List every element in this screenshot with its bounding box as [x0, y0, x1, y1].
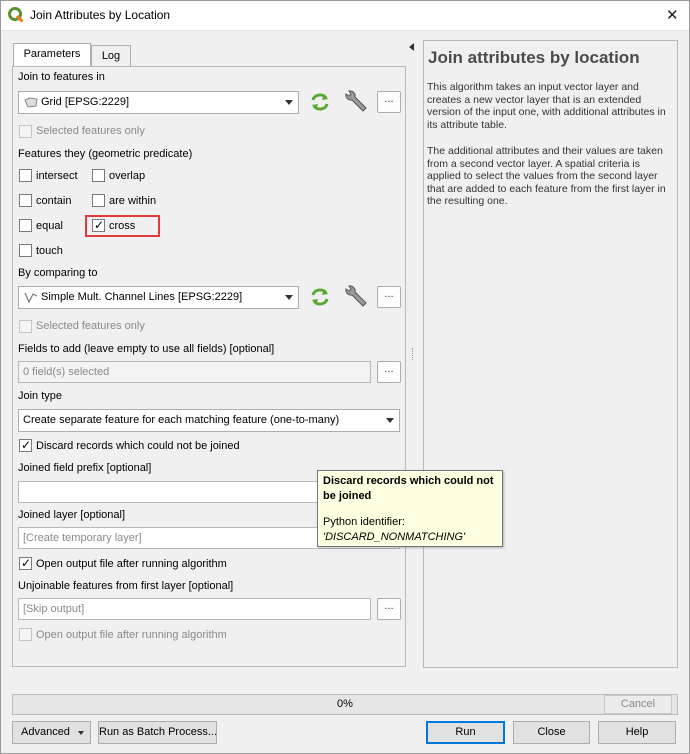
advanced-label: Advanced [21, 726, 70, 738]
join-selected-only-checkbox[interactable] [19, 125, 32, 138]
discard-label: Discard records which could not be joine… [36, 440, 240, 452]
tooltip-title: Discard records which could not be joine… [323, 475, 494, 502]
comparing-value: Simple Mult. Channel Lines [EPSG:2229] [41, 291, 243, 303]
comparing-combo[interactable]: Simple Mult. Channel Lines [EPSG:2229] [18, 286, 299, 309]
join-type-value: Create separate feature for each matchin… [23, 414, 340, 426]
unjoinable-placeholder: [Skip output] [23, 603, 85, 615]
prefix-label: Joined field prefix [optional] [18, 462, 152, 474]
contain-checkbox[interactable] [19, 194, 32, 207]
cross-label: cross [109, 220, 136, 232]
collapse-icon[interactable] [409, 43, 414, 51]
equal-label: equal [36, 220, 63, 232]
title-bar: Join Attributes by Location ✕ [0, 0, 690, 31]
touch-checkbox[interactable] [19, 244, 32, 257]
tab-log[interactable]: Log [91, 45, 131, 67]
polygon-layer-icon [24, 97, 38, 108]
help-title: Join attributes by location [428, 48, 640, 67]
overlap-label: overlap [109, 170, 146, 182]
panel-splitter[interactable] [412, 348, 414, 360]
comparing-selected-only-label: Selected features only [36, 320, 145, 332]
wrench-icon[interactable] [343, 285, 369, 309]
fields-label: Fields to add (leave empty to use all fi… [18, 343, 275, 355]
run-label: Run [455, 726, 476, 738]
intersect-checkbox[interactable] [19, 169, 32, 182]
join-type-label: Join type [18, 390, 63, 402]
wrench-icon[interactable] [343, 90, 369, 114]
open-output2-checkbox[interactable] [19, 628, 32, 641]
open-output-checkbox[interactable]: ✓ [19, 556, 32, 570]
tooltip: Discard records which could not be joine… [317, 470, 503, 547]
join-type-combo[interactable]: Create separate feature for each matchin… [18, 409, 400, 432]
joined-layer-label: Joined layer [optional] [18, 509, 126, 521]
progress-bar: 0% [12, 694, 678, 715]
contain-label: contain [36, 195, 72, 207]
touch-label: touch [36, 245, 63, 257]
join-to-label: Join to features in [18, 71, 105, 83]
equal-checkbox[interactable] [19, 219, 32, 232]
join-to-value: Grid [EPSG:2229] [41, 96, 130, 108]
line-layer-icon [24, 292, 38, 304]
cross-checkbox[interactable]: ✓ [92, 218, 105, 232]
comparing-browse-button[interactable]: ... [377, 286, 401, 308]
close-label: Close [537, 726, 566, 738]
chevron-down-icon [285, 100, 293, 105]
refresh-icon[interactable] [309, 287, 331, 307]
fields-input[interactable]: 0 field(s) selected [18, 361, 371, 383]
advanced-button[interactable]: Advanced [12, 721, 91, 744]
help-button[interactable]: Help [598, 721, 676, 744]
within-checkbox[interactable] [92, 194, 105, 207]
within-label: are within [109, 195, 157, 207]
comparing-label: By comparing to [18, 267, 98, 279]
chevron-down-icon [386, 418, 394, 423]
fields-browse-button[interactable]: ... [377, 361, 401, 383]
open-output-label: Open output file after running algorithm [36, 558, 227, 570]
unjoinable-label: Unjoinable features from first layer [op… [18, 580, 234, 592]
unjoinable-browse-button[interactable]: ... [377, 598, 401, 620]
overlap-checkbox[interactable] [92, 169, 105, 182]
progress-text: 0% [337, 698, 353, 710]
open-output2-label: Open output file after running algorithm [36, 629, 227, 641]
comparing-selected-only-checkbox[interactable] [19, 320, 32, 333]
predicate-label: Features they (geometric predicate) [18, 148, 193, 160]
help-paragraph-2: The additional attributes and their valu… [427, 145, 666, 207]
help-paragraph-1: This algorithm takes an input vector lay… [427, 81, 666, 131]
run-batch-button[interactable]: Run as Batch Process... [98, 721, 217, 744]
chevron-down-icon [78, 731, 84, 735]
cancel-button[interactable]: Cancel [604, 695, 672, 714]
chevron-down-icon [285, 295, 293, 300]
tab-parameters[interactable]: Parameters [13, 43, 91, 67]
join-selected-only-label: Selected features only [36, 125, 145, 137]
help-panel [423, 40, 678, 668]
fields-value: 0 field(s) selected [23, 366, 110, 378]
qgis-logo-icon [8, 7, 24, 23]
run-batch-label: Run as Batch Process... [99, 726, 217, 738]
join-to-combo[interactable]: Grid [EPSG:2229] [18, 91, 299, 114]
unjoinable-input[interactable]: [Skip output] [18, 598, 371, 620]
join-to-browse-button[interactable]: ... [377, 91, 401, 113]
cancel-label: Cancel [620, 698, 656, 710]
help-label: Help [625, 726, 649, 738]
tab-parameters-label: Parameters [23, 48, 81, 60]
joined-layer-placeholder: [Create temporary layer] [23, 532, 142, 544]
intersect-label: intersect [36, 170, 78, 182]
window-title: Join Attributes by Location [30, 8, 171, 22]
discard-checkbox[interactable]: ✓ [19, 438, 32, 452]
run-button[interactable]: Run [426, 721, 505, 744]
tab-log-label: Log [101, 50, 121, 62]
tooltip-line-2: 'DISCARD_NONMATCHING' [323, 531, 466, 543]
tooltip-line-1: Python identifier: [323, 516, 405, 528]
refresh-icon[interactable] [309, 92, 331, 112]
close-icon[interactable]: ✕ [666, 6, 679, 24]
close-button[interactable]: Close [513, 721, 590, 744]
